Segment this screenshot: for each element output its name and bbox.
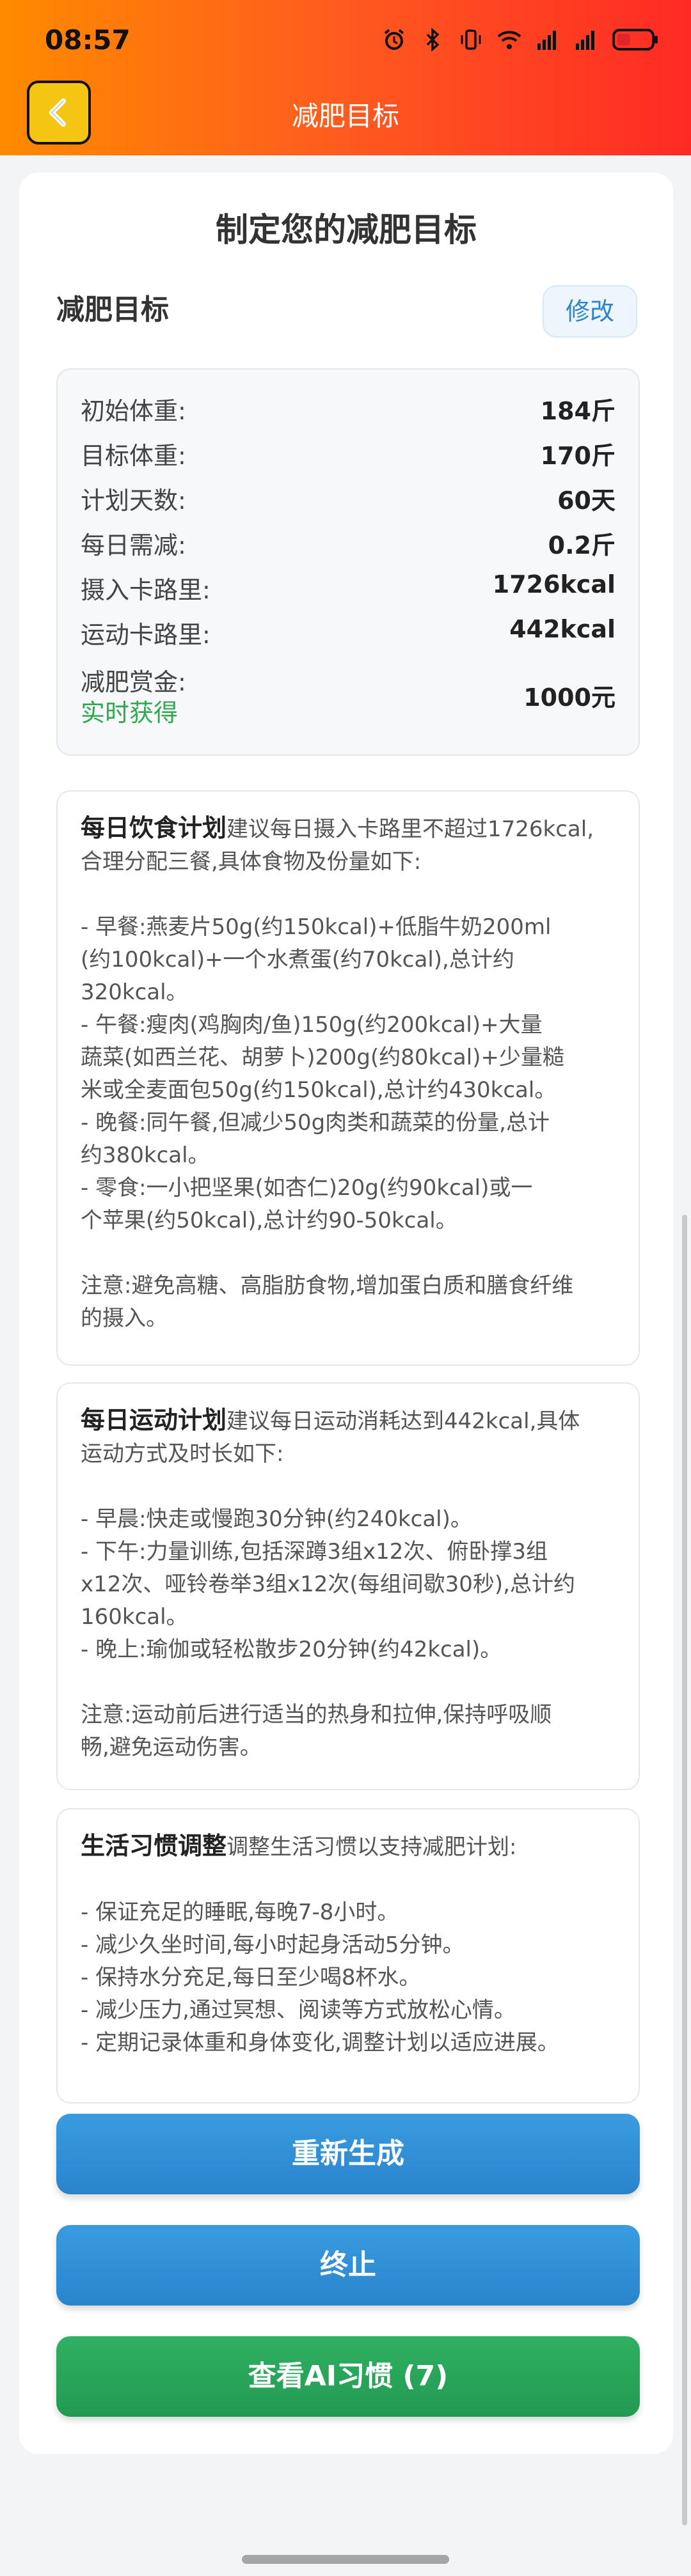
goal-stats-panel: 初始体重: 184斤 目标体重: 170斤 计划天数: 60天 每日需减: 0.…	[56, 368, 640, 756]
exercise-plan-heading: 每日运动计划	[81, 1406, 227, 1434]
regenerate-button[interactable]: 重新生成	[56, 2114, 640, 2194]
status-icons	[381, 26, 659, 54]
exercise-plan-line: 160kcal。	[81, 1604, 188, 1630]
exercise-plan-line: x12次、哑铃卷举3组x12次(每组间歇30秒),总计约	[81, 1572, 576, 1597]
stat-value-target-weight: 170斤	[540, 442, 616, 470]
signal-icon-1	[535, 27, 560, 52]
diet-plan-intro: 建议每日摄入卡路里不超过1726kcal,	[226, 816, 594, 842]
stat-label-start-weight: 初始体重:	[81, 397, 186, 425]
status-bar: 08:57	[0, 0, 691, 77]
edit-button[interactable]: 修改	[543, 285, 637, 338]
stat-value-intake-calories: 1726kcal	[492, 570, 616, 598]
habits-intro: 调整生活习惯以支持减肥计划:	[226, 1834, 517, 1860]
wifi-icon	[496, 27, 522, 52]
view-ai-habits-button[interactable]: 查看AI习惯 (7)	[56, 2336, 640, 2417]
home-indicator[interactable]	[242, 2555, 449, 2564]
diet-plan-line: 个苹果(约50kcal),总计约90-50kcal。	[81, 1208, 457, 1233]
exercise-plan-box: 每日运动计划建议每日运动消耗达到442kcal,具体 运动方式及时长如下: - …	[56, 1382, 640, 1790]
stat-label-reward: 减肥赏金:	[81, 668, 186, 696]
habits-line: - 保持水分充足,每日至少喝8杯水。	[81, 1965, 421, 1990]
habits-line: - 减少久坐时间,每小时起身活动5分钟。	[81, 1932, 465, 1958]
diet-plan-line: - 早餐:燕麦片50g(约150kcal)+低脂牛奶200ml	[81, 914, 552, 940]
exercise-plan-note: 注意:运动前后进行适当的热身和拉伸,保持呼吸顺	[81, 1702, 552, 1728]
exercise-plan-intro: 建议每日运动消耗达到442kcal,具体	[226, 1409, 580, 1434]
stat-value-exercise-calories: 442kcal	[509, 615, 616, 643]
stat-value-start-weight: 184斤	[540, 397, 616, 425]
exercise-plan-note-2: 畅,避免运动伤害。	[81, 1735, 262, 1760]
stat-label-exercise-calories: 运动卡路里:	[81, 621, 210, 649]
habits-heading: 生活习惯调整	[81, 1832, 227, 1860]
stat-value-plan-days: 60天	[557, 487, 616, 515]
diet-plan-box: 每日饮食计划建议每日摄入卡路里不超过1726kcal, 合理分配三餐,具体食物及…	[56, 790, 640, 1366]
diet-plan-line: - 晚餐:同午餐,但减少50g肉类和蔬菜的份量,总计	[81, 1110, 550, 1136]
battery-icon	[612, 27, 659, 52]
stat-value-reward: 1000元	[523, 683, 616, 712]
scrollbar[interactable]	[682, 1215, 687, 2525]
stat-value-daily-loss: 0.2斤	[548, 531, 616, 559]
page-title: 减肥目标	[291, 100, 399, 132]
vibrate-icon	[458, 27, 484, 52]
stat-label-intake-calories: 摄入卡路里:	[81, 576, 210, 604]
card-title: 制定您的减肥目标	[215, 212, 477, 249]
habits-line: - 减少压力,通过冥想、阅读等方式放松心情。	[81, 1997, 516, 2023]
diet-plan-line: (约100kcal)+一个水煮蛋(约70kcal),总计约	[81, 947, 514, 972]
diet-plan-line: 约380kcal。	[81, 1143, 210, 1168]
exercise-plan-line: - 早晨:快走或慢跑30分钟(约240kcal)。	[81, 1506, 472, 1532]
habits-line: - 保证充足的睡眠,每晚7-8小时。	[81, 1900, 399, 1925]
diet-plan-line: - 零食:一小把坚果(如杏仁)20g(约90kcal)或一	[81, 1175, 533, 1201]
stat-label-plan-days: 计划天数:	[81, 487, 186, 515]
diet-plan-note-2: 的摄入。	[81, 1306, 168, 1331]
exercise-plan-line: - 晚上:瑜伽或轻松散步20分钟(约42kcal)。	[81, 1637, 502, 1662]
diet-plan-line: 米或全麦面包50g(约150kcal),总计约430kcal。	[81, 1077, 557, 1103]
habits-line: - 定期记录体重和身体变化,调整计划以适应进展。	[81, 2030, 559, 2056]
alarm-icon	[381, 27, 407, 52]
stat-sub-realtime: 实时获得	[81, 699, 179, 727]
section-title: 减肥目标	[56, 293, 169, 326]
diet-plan-line: - 午餐:瘦肉(鸡胸肉/鱼)150g(约200kcal)+大量	[81, 1012, 543, 1038]
stat-label-target-weight: 目标体重:	[81, 442, 186, 470]
diet-plan-intro-2: 合理分配三餐,具体食物及份量如下:	[81, 849, 422, 875]
diet-plan-line: 320kcal。	[81, 980, 188, 1005]
goal-card: 制定您的减肥目标 减肥目标 修改 初始体重: 184斤 目标体重: 170斤 计…	[19, 173, 673, 2454]
stat-label-daily-loss: 每日需减:	[81, 531, 186, 559]
stop-button[interactable]: 终止	[56, 2225, 640, 2306]
diet-plan-line: 蔬菜(如西兰花、胡萝卜)200g(约80kcal)+少量糙	[81, 1045, 564, 1070]
app-header: 08:57 减肥目标	[0, 0, 691, 155]
status-time: 08:57	[45, 24, 131, 56]
signal-icon-2	[573, 27, 599, 52]
diet-plan-note: 注意:避免高糖、高脂肪食物,增加蛋白质和膳食纤维	[81, 1273, 574, 1299]
bluetooth-icon	[420, 27, 445, 52]
exercise-plan-intro-2: 运动方式及时长如下:	[81, 1441, 284, 1467]
habits-box: 生活习惯调整调整生活习惯以支持减肥计划: - 保证充足的睡眠,每晚7-8小时。 …	[56, 1808, 640, 2104]
exercise-plan-line: - 下午:力量训练,包括深蹲3组x12次、俯卧撑3组	[81, 1539, 548, 1565]
diet-plan-heading: 每日饮食计划	[81, 814, 227, 842]
